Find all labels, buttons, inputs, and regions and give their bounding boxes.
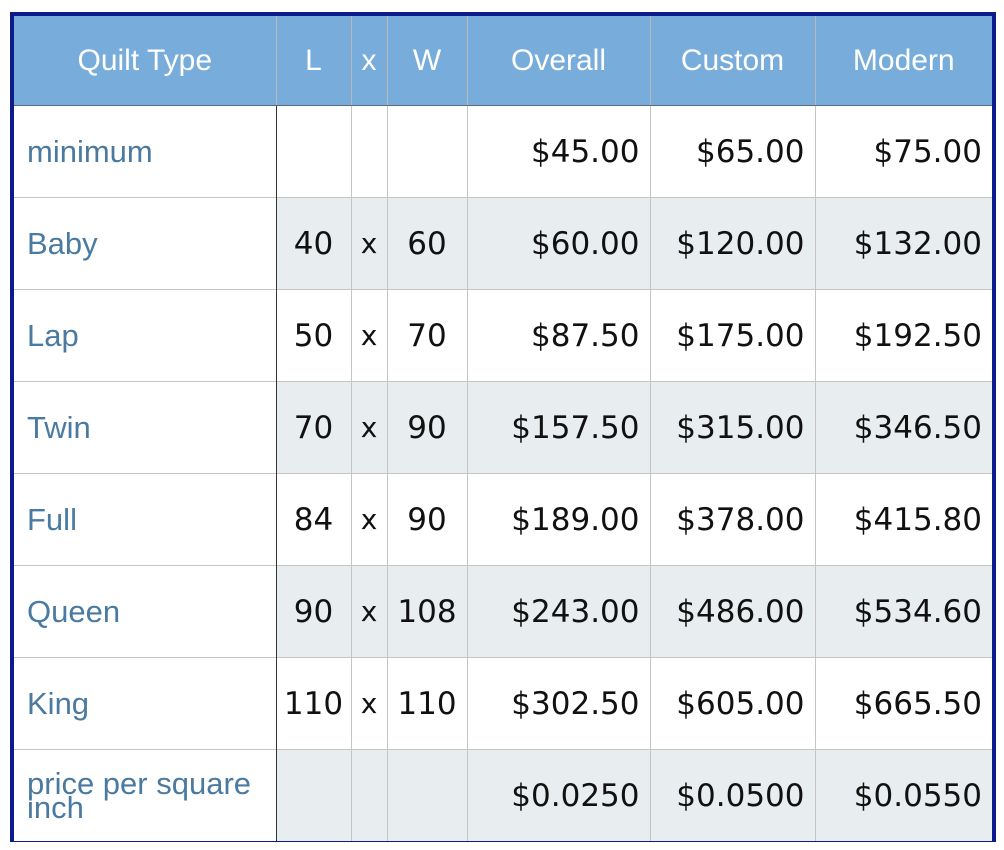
header-modern: Modern (814, 16, 992, 106)
cell-overall: $157.50 (466, 381, 650, 474)
cell-length (275, 749, 351, 841)
table-row-twin: Twin 70 x 90 $157.50 $315.00 $346.50 (14, 381, 992, 474)
pricing-table-frame: Quilt Type L x W Overall Custom Modern m… (10, 12, 996, 842)
cell-modern: $75.00 (814, 105, 992, 198)
cell-length: 110 (275, 657, 351, 750)
cell-quilt-type: Queen (14, 565, 277, 658)
table-row-full: Full 84 x 90 $189.00 $378.00 $415.80 (14, 473, 992, 566)
cell-overall: $45.00 (466, 105, 650, 198)
cell-quilt-type: Twin (14, 381, 277, 474)
cell-modern: $0.0550 (814, 749, 992, 841)
cell-width: 108 (386, 565, 467, 658)
cell-custom: $486.00 (649, 565, 815, 658)
table-row-minimum: minimum $45.00 $65.00 $75.00 (14, 105, 992, 198)
cell-width: 70 (386, 289, 467, 382)
cell-x: x (350, 197, 387, 290)
cell-quilt-type: Baby (14, 197, 277, 290)
cell-modern: $132.00 (814, 197, 992, 290)
cell-x: x (350, 381, 387, 474)
cell-width: 110 (386, 657, 467, 750)
cell-custom: $65.00 (649, 105, 815, 198)
cell-overall: $87.50 (466, 289, 650, 382)
cell-x: x (350, 565, 387, 658)
table-row-king: King 110 x 110 $302.50 $605.00 $665.50 (14, 657, 992, 750)
cell-custom: $0.0500 (649, 749, 815, 841)
header-width: W (386, 16, 467, 106)
cell-x: x (350, 289, 387, 382)
cell-overall: $302.50 (466, 657, 650, 750)
cell-quilt-type: Full (14, 473, 277, 566)
cell-x (350, 749, 387, 841)
table-row-lap: Lap 50 x 70 $87.50 $175.00 $192.50 (14, 289, 992, 382)
header-custom: Custom (649, 16, 815, 106)
cell-overall: $0.0250 (466, 749, 650, 841)
cell-length: 40 (275, 197, 351, 290)
cell-quilt-type: minimum (14, 105, 277, 198)
cell-width: 90 (386, 381, 467, 474)
table-row-price-per-square-inch: price per square inch $0.0250 $0.0500 $0… (14, 749, 992, 841)
cell-length (275, 105, 351, 198)
cell-width: 90 (386, 473, 467, 566)
cell-x (350, 105, 387, 198)
cell-x: x (350, 473, 387, 566)
header-length: L (275, 16, 351, 106)
cell-custom: $605.00 (649, 657, 815, 750)
cell-length: 50 (275, 289, 351, 382)
quilt-pricing-table: Quilt Type L x W Overall Custom Modern m… (14, 16, 992, 841)
cell-modern: $346.50 (814, 381, 992, 474)
cell-modern: $665.50 (814, 657, 992, 750)
cell-custom: $315.00 (649, 381, 815, 474)
cell-width: 60 (386, 197, 467, 290)
cell-modern: $192.50 (814, 289, 992, 382)
cell-custom: $175.00 (649, 289, 815, 382)
cell-custom: $378.00 (649, 473, 815, 566)
cell-x: x (350, 657, 387, 750)
cell-modern: $415.80 (814, 473, 992, 566)
header-quilt-type: Quilt Type (14, 16, 276, 106)
cell-length: 90 (275, 565, 351, 658)
header-x: x (350, 16, 387, 106)
cell-width (386, 105, 467, 198)
cell-quilt-type: Lap (14, 289, 277, 382)
cell-quilt-type: King (14, 657, 277, 750)
cell-overall: $243.00 (466, 565, 650, 658)
cell-overall: $189.00 (466, 473, 650, 566)
header-row: Quilt Type L x W Overall Custom Modern (14, 16, 992, 106)
cell-width (386, 749, 467, 841)
table-row-baby: Baby 40 x 60 $60.00 $120.00 $132.00 (14, 197, 992, 290)
cell-overall: $60.00 (466, 197, 650, 290)
cell-modern: $534.60 (814, 565, 992, 658)
table-row-queen: Queen 90 x 108 $243.00 $486.00 $534.60 (14, 565, 992, 658)
cell-length: 84 (275, 473, 351, 566)
header-overall: Overall (466, 16, 650, 106)
cell-length: 70 (275, 381, 351, 474)
cell-quilt-type: price per square inch (14, 749, 277, 841)
cell-custom: $120.00 (649, 197, 815, 290)
